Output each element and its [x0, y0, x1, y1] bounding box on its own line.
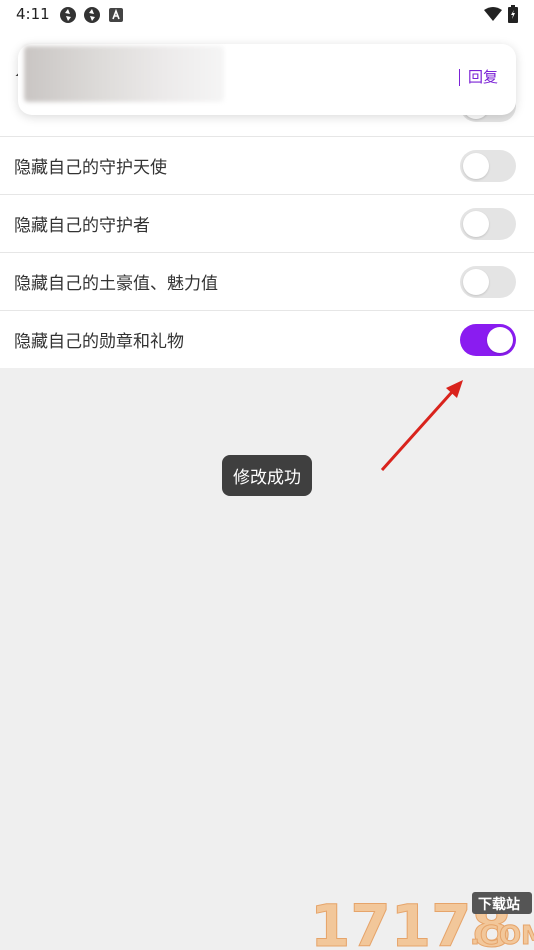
hide-medals-gifts-toggle[interactable] [460, 323, 516, 356]
watermark-logo: 17178 下载站 .COM [310, 892, 534, 950]
app-notification-icon [60, 7, 76, 23]
reply-button[interactable]: 回复 [458, 69, 498, 86]
setting-label: 隐藏自己的土豪值、魅力值 [14, 274, 218, 294]
notification-banner[interactable]: 回复 [18, 44, 516, 115]
settings-row-hide-guardian-angel[interactable]: 隐藏自己的守护天使 [0, 136, 534, 194]
wifi-icon [484, 7, 502, 21]
toggle-knob [463, 152, 489, 179]
a-notification-icon [109, 8, 123, 22]
blurred-message-content [24, 46, 224, 102]
privacy-settings-list: 隐藏自己的守护天使 隐藏自己的守护者 隐藏自己的土豪值、魅力值 隐藏自己的勋章和… [0, 76, 534, 368]
setting-label: 隐藏自己的勋章和礼物 [14, 332, 184, 352]
svg-text:下载站: 下载站 [478, 896, 520, 913]
battery-icon [508, 5, 518, 23]
settings-row-hide-medals-gifts[interactable]: 隐藏自己的勋章和礼物 [0, 310, 534, 368]
settings-row-hide-wealth-charm[interactable]: 隐藏自己的土豪值、魅力值 [0, 252, 534, 310]
hide-guardian-angel-toggle[interactable] [460, 149, 516, 182]
toast-message: 修改成功 [222, 455, 312, 496]
toggle-knob [487, 326, 513, 353]
svg-text:.COM: .COM [470, 921, 534, 950]
toggle-knob [463, 210, 489, 237]
settings-row-hide-guardian[interactable]: 隐藏自己的守护者 [0, 194, 534, 252]
setting-label: 隐藏自己的守护者 [14, 216, 150, 236]
toggle-knob [463, 268, 489, 295]
hide-wealth-charm-toggle[interactable] [460, 265, 516, 298]
app-notification-icon [84, 7, 100, 23]
status-time: 4:11 [16, 5, 50, 23]
setting-label: 隐藏自己的守护天使 [14, 158, 167, 178]
hide-guardian-toggle[interactable] [460, 207, 516, 240]
status-bar: 4:11 [0, 0, 534, 30]
